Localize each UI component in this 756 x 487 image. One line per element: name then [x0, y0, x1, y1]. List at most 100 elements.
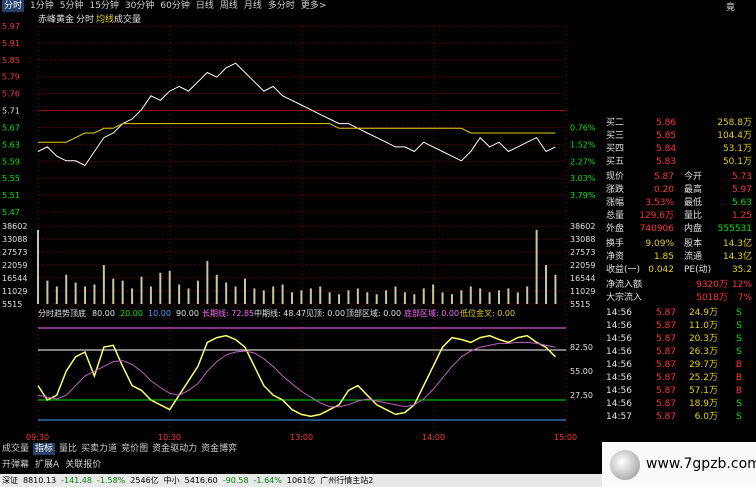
tick-time: 14:56 [606, 360, 632, 370]
stat2-label: 净资 [606, 252, 625, 262]
bottom-tab-0[interactable]: 成交量 [2, 443, 29, 455]
tick-row: 14:56 5.87 25.2万 B [604, 372, 754, 385]
bottom-tab-2[interactable]: 量比 [59, 443, 77, 455]
vol-axis-label: 38602 [2, 222, 27, 231]
tab-7[interactable]: 周线 [220, 0, 238, 12]
tick-side: B [735, 386, 742, 396]
period-tabs: 分时 1分钟 5分钟 15分钟 30分钟 60分钟 日线 周线 月线 多分时 更多> [0, 0, 602, 12]
price-axis-label: 5.71 [2, 107, 20, 116]
tab-2[interactable]: 5分钟 [60, 0, 84, 12]
bottom-tab-5[interactable]: 资金驱动力 [152, 443, 197, 455]
bottom-tab-1[interactable]: 指标 [33, 443, 56, 455]
tab-3[interactable]: 15分钟 [89, 0, 118, 12]
stat-label: 涨幅 [606, 198, 625, 208]
tab-10[interactable]: 更多> [301, 0, 327, 12]
stat-label-2: 最低 [684, 198, 703, 208]
indicator-bottom_zone: 底部区域: 0.00 [404, 308, 459, 318]
indicator-long_label: 长期线: 72.85 [202, 308, 254, 318]
price-axis-label: 5.91 [2, 39, 20, 48]
bottom-tab-4[interactable]: 竞价图 [121, 443, 148, 455]
status-item-5: 中小 [163, 476, 180, 485]
bid-price: 5.86 [656, 118, 677, 128]
indicator-mid_label: 中期线: 48.47 [254, 308, 306, 318]
stat2-label: 收益(一) [606, 265, 641, 275]
stat2-row: 换手 9.09% 股本 14.3亿 [604, 238, 754, 251]
bid-label: 买五 [606, 157, 625, 167]
pct-axis-label: 1.52% [570, 140, 596, 149]
bottom-tab-6[interactable]: 资金博弈 [201, 443, 237, 455]
tab-5[interactable]: 60分钟 [160, 0, 189, 12]
stat-row: 涨幅 3.53% 最低 5.63 [604, 197, 754, 210]
indicator-level-label: 82.50 [570, 343, 593, 352]
chart-header-3: 成交量 [114, 13, 141, 25]
tab-9[interactable]: 多分时 [268, 0, 295, 12]
tick-price: 5.87 [656, 386, 677, 396]
tick-row: 14:57 5.87 6.0万 S [604, 411, 754, 424]
tick-time: 14:56 [606, 308, 632, 318]
flow-label: 净流入额 [606, 280, 643, 290]
indicator-low_cross: 低位金叉: 0.00 [460, 308, 515, 318]
tick-row: 14:56 5.87 24.9万 S [604, 307, 754, 320]
tick-row: 14:56 5.87 29.7万 B [604, 359, 754, 372]
tick-row: 14:56 5.87 18.9万 S [604, 398, 754, 411]
tab-1[interactable]: 1分钟 [30, 0, 54, 12]
stat-row: 涨跌 0.20 最高 5.97 [604, 184, 754, 197]
indicator-param: 90.00 [176, 309, 199, 318]
bid-volume: 258.8万 [717, 118, 752, 128]
quote-panel: 买二 5.86 258.8万 买三 5.85 104.4万 买四 5.84 53.1万 买五 5.8… [602, 0, 756, 442]
stat-value-2: 5.73 [731, 172, 752, 182]
flow-label: 大宗流入 [606, 293, 643, 303]
vol-axis-label-right: 33088 [570, 235, 595, 244]
vol-axis-label: 5515 [2, 300, 22, 309]
stat-value-2: 555531 [717, 224, 752, 234]
status-item-0: 深证 [2, 476, 18, 485]
stat-label-2: 今开 [684, 172, 703, 182]
tick-volume: 57.1万 [688, 386, 718, 396]
stat2-label-2: 流通 [684, 252, 703, 262]
bid-label: 买二 [606, 118, 625, 128]
vol-axis-label-right: 27573 [570, 248, 595, 257]
price-axis-label: 5.59 [2, 157, 20, 166]
tick-row: 14:56 5.87 20.3万 S [604, 333, 754, 346]
sub-option-0[interactable]: 开弹幕 [2, 457, 29, 470]
stat-label: 总量 [606, 211, 625, 221]
bottom-tab-3[interactable]: 买卖力道 [81, 443, 117, 455]
sub-option-2[interactable]: 关联报价 [65, 457, 101, 470]
price-axis-label: 5.67 [2, 123, 20, 132]
tick-side: S [736, 347, 742, 357]
stat2-value: 9.09% [645, 239, 674, 249]
tick-time: 14:56 [606, 399, 632, 409]
tick-time: 14:56 [606, 321, 632, 331]
tick-row: 14:56 5.87 11.0万 S [604, 320, 754, 333]
tab-8[interactable]: 月线 [244, 0, 262, 12]
price-axis-label: 5.51 [2, 191, 20, 200]
flow-value: 9320万 [696, 280, 728, 290]
indicator-param: 20.00 [120, 309, 143, 318]
time-axis-label: 14:00 [422, 433, 445, 442]
chart-header-1: 分时 [76, 13, 94, 25]
tick-side: S [736, 321, 742, 331]
tab-0[interactable]: 分时 [2, 0, 25, 12]
stat-label: 涨跌 [606, 185, 625, 195]
avg-line [38, 123, 556, 143]
stat-value: 5.87 [653, 172, 674, 182]
indicator-level-label: 55.00 [570, 367, 593, 376]
tab-6[interactable]: 日线 [196, 0, 214, 12]
stat2-value-2: 14.3亿 [722, 239, 752, 249]
tick-side: S [736, 334, 742, 344]
tick-time: 14:56 [606, 373, 632, 383]
price-axis-label: 5.79 [2, 73, 20, 82]
vol-axis-label: 16544 [2, 274, 27, 283]
indicator-level-label: 27.50 [570, 391, 593, 400]
tab-4[interactable]: 30分钟 [125, 0, 154, 12]
tick-price: 5.87 [656, 360, 677, 370]
tick-price: 5.87 [656, 347, 677, 357]
tick-time: 14:57 [606, 412, 632, 422]
status-item-6: 5416.60 [184, 476, 218, 485]
stat-label: 现价 [606, 172, 625, 182]
price-axis-label: 5.63 [2, 140, 20, 149]
chart-header-2: 均线 [96, 13, 114, 25]
sub-option-1[interactable]: 扩展A [35, 457, 59, 470]
tick-volume: 6.0万 [694, 412, 718, 422]
chart-header-0: 赤峰黄金 [38, 13, 74, 25]
